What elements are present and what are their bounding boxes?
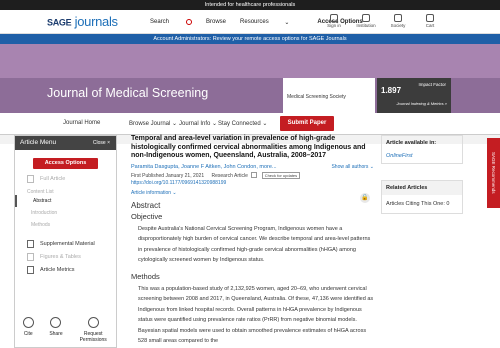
chevron-down-icon: ⌄: [284, 19, 290, 26]
methods-text: This was a population-based study of 2,1…: [138, 285, 374, 345]
nav-resources[interactable]: Resources ⌄: [240, 19, 303, 26]
article-menu: Article Menu Close × Access Options Full…: [14, 135, 117, 348]
objective-heading: Objective: [131, 211, 163, 221]
content-introduction[interactable]: Introduction: [15, 207, 116, 219]
chart-icon: [27, 265, 34, 274]
show-all-authors[interactable]: Show all authors ⌄: [331, 164, 374, 170]
bookmark-icon[interactable]: [251, 172, 258, 179]
article-title: Temporal and area-level variation in pre…: [131, 135, 366, 159]
lock-icon: 🔒: [360, 193, 370, 203]
journal-subnav: Journal Home Browse Journal ⌄ Journal In…: [0, 113, 500, 135]
quote-icon: [22, 317, 34, 328]
right-column: Article available in: OnlineFirst Relate…: [381, 135, 463, 214]
cart-icon: [426, 14, 434, 22]
stay-connected-menu[interactable]: Stay Connected ⌄: [218, 120, 267, 127]
article-actions: Cite Share Request Permissions: [15, 317, 116, 343]
copyright-icon: [87, 317, 99, 328]
request-permissions-button[interactable]: Request Permissions: [78, 317, 108, 343]
supplemental-material-link[interactable]: Supplemental Material: [15, 237, 116, 250]
search-icon: [186, 19, 193, 25]
browse-journal-menu[interactable]: Browse Journal ⌄: [129, 120, 177, 127]
abstract-heading: Abstract: [131, 200, 161, 210]
cart-link[interactable]: Cart: [414, 12, 446, 28]
article-type: Research Article: [211, 172, 248, 179]
objective-text: Despite Australia's National Cervical Sc…: [138, 225, 371, 264]
articles-citing-link[interactable]: Articles Citing This One: 0: [382, 195, 462, 213]
content-abstract[interactable]: Abstract: [15, 195, 116, 207]
article-menu-header: Article Menu Close ×: [15, 136, 116, 150]
impact-factor-box[interactable]: 1.897 Impact Factor Journal Indexing & M…: [377, 78, 451, 113]
healthcare-notice: Intended for healthcare professionals: [0, 0, 500, 10]
sign-in-link[interactable]: Sign in: [318, 12, 350, 28]
society-box[interactable]: Medical Screening Society: [283, 78, 375, 113]
access-options-button[interactable]: Access Options: [33, 158, 98, 169]
journal-title[interactable]: Journal of Medical Screening: [47, 86, 208, 100]
related-articles-box: Related Articles Articles Citing This On…: [381, 180, 463, 214]
society-link[interactable]: Society: [382, 12, 414, 28]
figures-tables-link[interactable]: Figures & Tables: [15, 250, 116, 263]
share-icon: [50, 317, 62, 328]
share-button[interactable]: Share: [49, 317, 63, 343]
impact-factor-value: 1.897: [381, 86, 402, 95]
article-metrics-link[interactable]: Article Metrics: [15, 263, 116, 276]
article-meta: First Published January 21, 2021 Researc…: [131, 171, 374, 179]
user-icon: [330, 14, 338, 22]
full-article-link[interactable]: Full Article: [15, 172, 116, 185]
institution-icon: [362, 14, 370, 22]
article-content: Temporal and area-level variation in pre…: [131, 135, 374, 348]
impact-factor-label: Impact Factor: [418, 82, 446, 87]
journal-info-menu[interactable]: Journal Info ⌄: [179, 120, 217, 127]
published-date: First Published January 21, 2021: [131, 172, 205, 179]
society-icon: [394, 14, 402, 22]
close-menu-button[interactable]: Close ×: [93, 140, 110, 146]
article-information-toggle[interactable]: Article information ⌄: [131, 190, 374, 196]
submit-paper-button[interactable]: Submit Paper: [280, 116, 334, 131]
sage-recommends-tab[interactable]: SAGE Recommends: [487, 138, 500, 208]
cite-button[interactable]: Cite: [22, 317, 34, 343]
site-header: SAGE journals Search Browse Resources ⌄ …: [0, 10, 500, 34]
journal-rankings-link[interactable]: Journal Indexing & Metrics »: [397, 101, 447, 106]
document-icon: [27, 174, 34, 183]
sage-journals-logo[interactable]: SAGE journals: [47, 14, 118, 29]
journal-banner-image: [0, 44, 500, 78]
institution-link[interactable]: Institution: [350, 12, 382, 28]
supplement-icon: [27, 239, 34, 248]
image-icon: [27, 252, 34, 261]
nav-search[interactable]: Search: [150, 19, 193, 25]
journal-home-link[interactable]: Journal Home: [63, 120, 100, 126]
header-user-links: Sign in Institution Society Cart: [318, 12, 446, 28]
onlinefirst-link[interactable]: OnlineFirst: [386, 153, 458, 159]
article-available-box: Article available in: OnlineFirst: [381, 135, 463, 164]
crossmark-badge[interactable]: Check for updates: [261, 171, 301, 179]
content-methods[interactable]: Methods: [15, 219, 116, 231]
methods-heading: Methods: [131, 271, 160, 281]
journal-banner: Journal of Medical Screening Medical Scr…: [0, 78, 500, 113]
admin-banner[interactable]: Account Administrators: Review your remo…: [0, 34, 500, 44]
doi-link[interactable]: https://doi.org/10.1177/0969141320988199: [131, 180, 374, 186]
nav-browse[interactable]: Browse: [206, 19, 226, 25]
